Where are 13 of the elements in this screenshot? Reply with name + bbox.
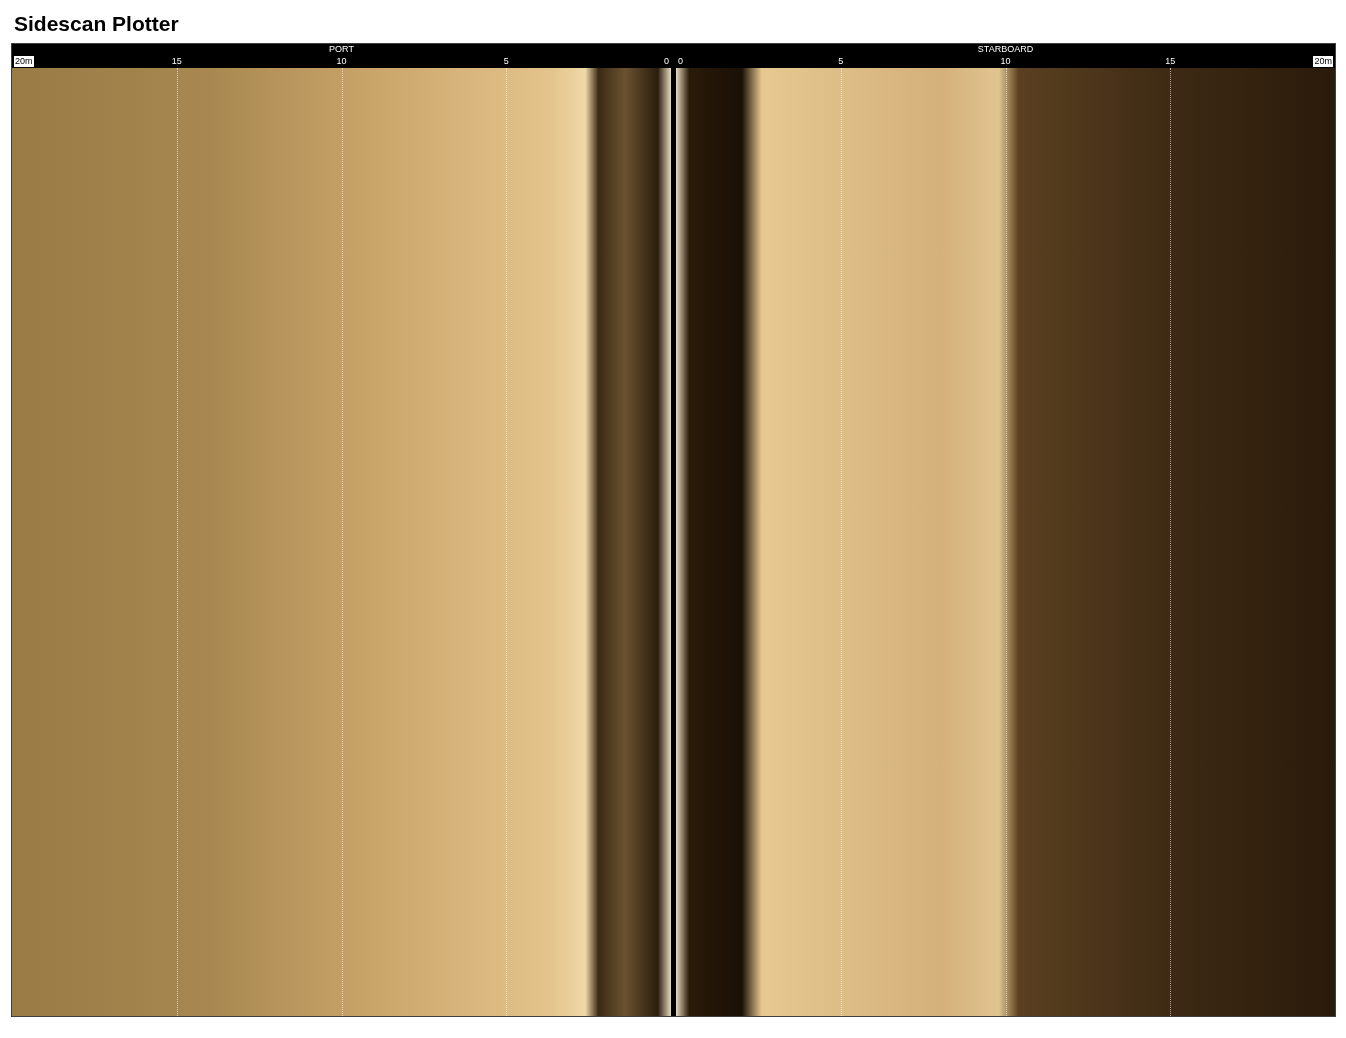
tick-label: 15 xyxy=(171,56,182,67)
range-label: 20m xyxy=(1313,56,1333,67)
tick-label: 5 xyxy=(838,56,844,67)
range-label: 20m xyxy=(14,56,34,67)
tick-label: 0 xyxy=(664,56,669,67)
tick-label: 10 xyxy=(336,56,347,67)
side-label: STARBOARD xyxy=(977,44,1034,55)
tick-label: 0 xyxy=(678,56,683,67)
page-title: Sidescan Plotter xyxy=(13,11,180,37)
tick-label: 10 xyxy=(1000,56,1011,67)
tick-label: 15 xyxy=(1165,56,1176,67)
tick-label: 5 xyxy=(503,56,509,67)
side-label: PORT xyxy=(329,44,354,55)
